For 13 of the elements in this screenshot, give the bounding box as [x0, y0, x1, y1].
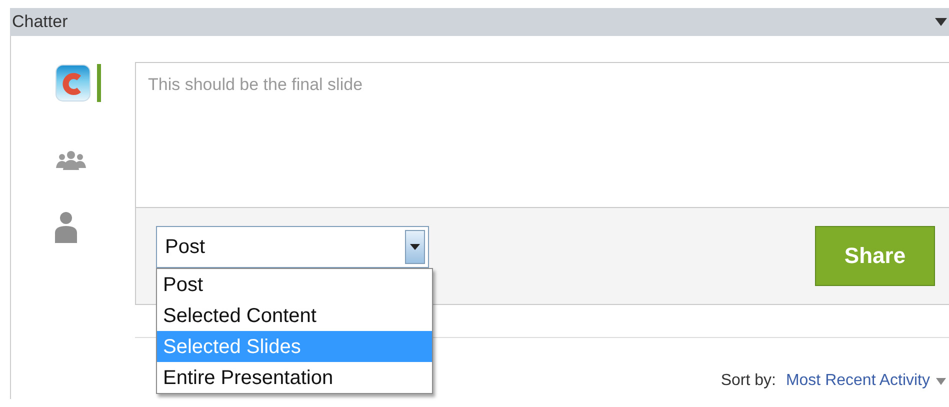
sort-label: Sort by: — [720, 372, 776, 390]
dropdown-option[interactable]: Entire Presentation — [157, 362, 432, 393]
person-icon — [55, 211, 77, 243]
caret-icon — [410, 244, 420, 250]
visibility-select[interactable]: Post — [156, 226, 429, 268]
post-text-field[interactable]: This should be the final slide — [135, 62, 949, 208]
group-icon — [55, 150, 87, 170]
dropdown-option[interactable]: Selected Content — [157, 300, 432, 331]
dropdown-option[interactable]: Post — [157, 269, 432, 300]
sort-link[interactable]: Most Recent Activity — [786, 372, 930, 390]
logo-icon — [55, 64, 91, 102]
caret-icon[interactable] — [935, 18, 947, 26]
panel-title: Chatter — [12, 12, 68, 32]
